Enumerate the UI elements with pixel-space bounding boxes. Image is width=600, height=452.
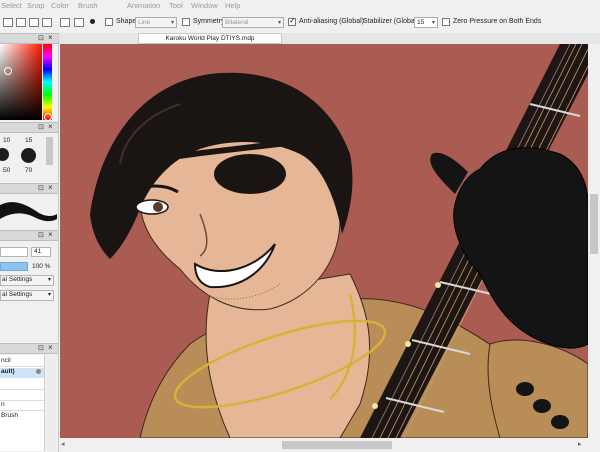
tool-options-bar: Shape Line ▾ Symmetry Bilateral ▾ Anti-ali…: [0, 12, 600, 34]
document-tab[interactable]: Karoku World Play DTIYS.mdp: [138, 33, 282, 44]
pin-icon[interactable]: ⊡: [38, 231, 44, 239]
pattern-icon[interactable]: [16, 18, 26, 27]
hue-slider[interactable]: [43, 44, 52, 120]
brush-size-70[interactable]: 70: [25, 167, 32, 174]
select-corner-icon[interactable]: [60, 18, 70, 27]
chevron-down-icon: ▾: [277, 20, 281, 26]
chevron-down-icon: ▾: [431, 20, 435, 26]
antialias-label: Anti-aliasing (Global): [299, 18, 364, 25]
opacity-slider[interactable]: [0, 262, 28, 271]
brush-size-15[interactable]: 15: [25, 137, 32, 144]
brush-control-panel-header: ⊡ ×: [0, 230, 58, 241]
symmetry-label: Symmetry: [193, 18, 225, 25]
brush-list-item[interactable]: [0, 379, 44, 390]
menu-animation[interactable]: Animation: [127, 1, 160, 10]
hatch-icon[interactable]: [29, 18, 39, 27]
menu-select[interactable]: Select: [1, 1, 22, 10]
shape-value: Line: [138, 19, 151, 26]
brush-list-item[interactable]: ncil: [0, 357, 44, 367]
grid-icon[interactable]: [3, 18, 13, 27]
gear-icon[interactable]: [36, 369, 41, 374]
color-field[interactable]: [0, 44, 42, 120]
pin-icon[interactable]: ⊡: [38, 184, 44, 192]
brush-preview-panel-header: ⊡ ×: [0, 183, 58, 194]
dot-icon[interactable]: [90, 19, 95, 24]
symmetry-dropdown[interactable]: Bilateral ▾: [222, 17, 284, 28]
brush-size-panel-header: ⊡ ×: [0, 122, 58, 133]
drawing-canvas[interactable]: [60, 44, 588, 438]
menu-snap[interactable]: Snap: [27, 1, 45, 10]
brush-stroke-preview: [0, 202, 57, 222]
settings-dropdown-1-label: al Settings: [2, 276, 33, 283]
menu-help[interactable]: Help: [225, 1, 240, 10]
brush-list-scrollbar[interactable]: [47, 355, 55, 451]
menu-tool[interactable]: Tool: [169, 1, 183, 10]
symmetry-value: Bilateral: [225, 19, 249, 26]
screentone-icon[interactable]: [42, 18, 52, 27]
scroll-right-icon[interactable]: ▸: [578, 440, 582, 448]
close-icon[interactable]: ×: [48, 343, 53, 352]
close-icon[interactable]: ×: [48, 183, 53, 192]
pin-icon[interactable]: ⊡: [38, 123, 44, 131]
hue-cursor[interactable]: [44, 113, 52, 121]
brush-list-item[interactable]: n: [0, 401, 44, 411]
brush-size-input[interactable]: 41: [31, 247, 51, 257]
pin-icon[interactable]: ⊡: [38, 34, 44, 42]
stabilizer-label: Stabilizer (Global): [363, 18, 419, 25]
brush-size-slider[interactable]: [0, 247, 28, 257]
transform-icon[interactable]: [74, 18, 84, 27]
settings-dropdown-1[interactable]: al Settings ▾: [0, 275, 54, 286]
brush-list-panel-header: ⊡ ×: [0, 343, 58, 354]
color-cursor[interactable]: [4, 67, 12, 75]
opacity-value: 100 %: [32, 263, 51, 270]
vertical-scroll-thumb[interactable]: [590, 194, 598, 254]
brush-list-item[interactable]: [0, 390, 44, 401]
menu-window[interactable]: Window: [191, 1, 218, 10]
brush-dot-10[interactable]: [0, 148, 9, 161]
shape-checkbox[interactable]: [105, 18, 113, 26]
pin-icon[interactable]: ⊡: [38, 344, 44, 352]
stabilizer-dropdown[interactable]: 15 ▾: [414, 17, 438, 28]
antialias-checkbox[interactable]: [288, 16, 296, 26]
color-panel-header: ⊡ ×: [0, 33, 58, 44]
menu-bar: Select Snap Color Brush Animation Tool W…: [0, 0, 600, 12]
chevron-down-icon: ▾: [47, 277, 51, 283]
horizontal-scrollbar[interactable]: ◂ ▸: [60, 438, 588, 452]
close-icon[interactable]: ×: [48, 33, 53, 42]
vertical-scrollbar[interactable]: [588, 44, 600, 438]
menu-brush[interactable]: Brush: [78, 1, 98, 10]
brush-list-item-selected[interactable]: ault): [0, 368, 44, 378]
chevron-down-icon: ▾: [47, 292, 51, 298]
settings-dropdown-2-label: al Settings: [2, 291, 33, 298]
stabilizer-value: 15: [417, 19, 425, 26]
brush-list-item-label: ault): [1, 368, 15, 375]
brush-size-10[interactable]: 10: [3, 137, 10, 144]
scroll-left-icon[interactable]: ◂: [61, 440, 65, 448]
shape-label: Shape: [116, 18, 137, 25]
brush-list-item[interactable]: Brush: [0, 412, 44, 422]
close-icon[interactable]: ×: [48, 230, 53, 239]
brush-size-scrollbar[interactable]: [46, 137, 53, 165]
symmetry-checkbox[interactable]: [182, 18, 190, 26]
zero-pressure-checkbox[interactable]: [442, 18, 450, 26]
brush-size-50[interactable]: 50: [3, 167, 10, 174]
chevron-down-icon: ▾: [170, 20, 174, 26]
horizontal-scroll-thumb[interactable]: [282, 441, 392, 449]
settings-dropdown-2[interactable]: al Settings ▾: [0, 290, 54, 301]
zero-pressure-label: Zero Pressure on Both Ends: [453, 18, 542, 25]
left-panel: ⊡ × ⊡ × 10 15 50 70 ⊡ × ⊡ × 41 100 % al Sett…: [0, 33, 59, 452]
artwork: [60, 44, 588, 438]
menu-color[interactable]: Color: [51, 1, 69, 10]
brush-dot-15[interactable]: [21, 148, 36, 163]
close-icon[interactable]: ×: [48, 122, 53, 131]
shape-dropdown[interactable]: Line ▾: [135, 17, 177, 28]
